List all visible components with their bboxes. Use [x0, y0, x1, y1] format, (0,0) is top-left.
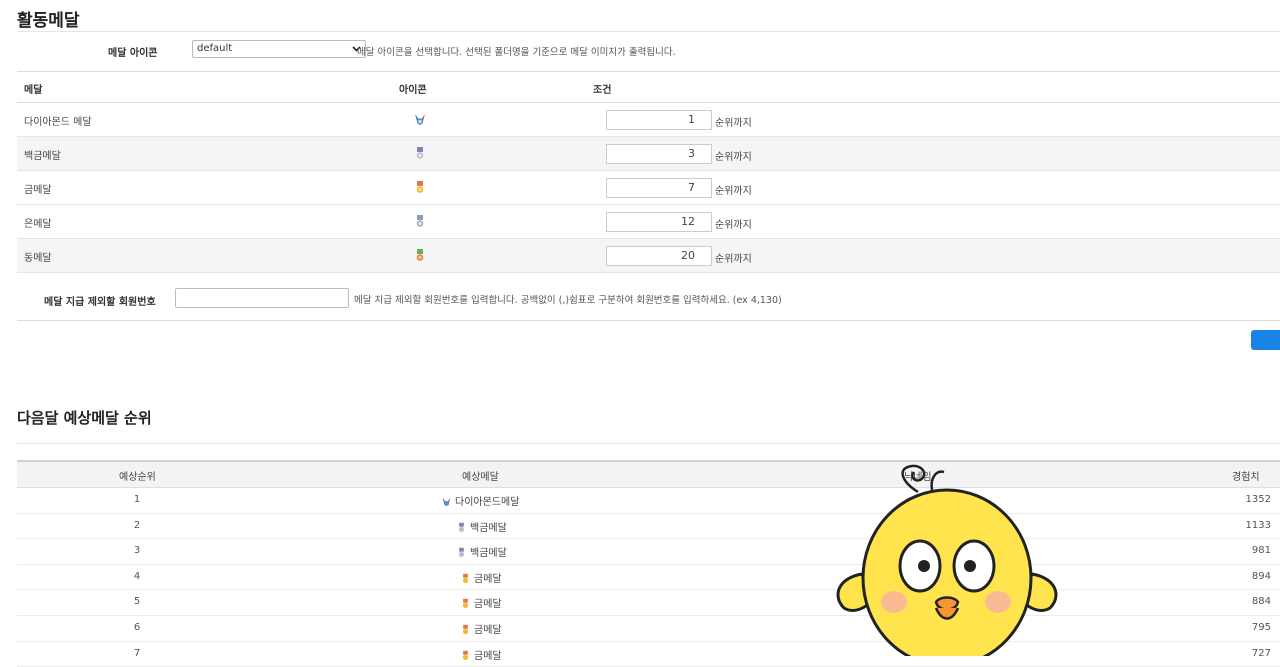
gold-medal-icon: [462, 624, 469, 635]
ranking-table: 예상순위 예상메달 닉네임 경험치 1 다이아몬드메달 1352 2 백금메달 …: [17, 460, 1280, 667]
medal-rank-input[interactable]: 20: [606, 246, 712, 266]
platinum-medal-icon: [416, 147, 424, 159]
ranking-row: 4 금메달 894: [17, 565, 1280, 591]
medal-name: 다이아몬드 메달: [24, 117, 92, 128]
ranking-row: 2 백금메달 1133: [17, 514, 1280, 540]
medal-rank-suffix: 순위까지: [715, 220, 752, 231]
chick-mascot-icon: [836, 464, 1058, 656]
ranking-row: 3 백금메달 981: [17, 539, 1280, 565]
ranking-divider: [17, 443, 1280, 444]
gold-medal-icon: [462, 573, 469, 583]
medal-table-header: 메달 아이콘 조건: [17, 71, 1280, 103]
medal-name: 은메달: [24, 219, 52, 230]
ranking-row: 6 금메달 795: [17, 616, 1280, 642]
medal-icon-select[interactable]: default: [192, 40, 366, 58]
ranking-section-title: 다음달 예상메달 순위: [17, 409, 152, 427]
ranking-row: 5 금메달 884: [17, 590, 1280, 616]
ranking-medal: 금메달: [460, 570, 502, 585]
bronze-medal-icon: [416, 249, 424, 261]
diamond-medal-icon: [442, 497, 451, 506]
ranking-rank: 7: [133, 647, 141, 659]
exclude-members-input[interactable]: [175, 288, 349, 308]
ranking-rank: 3: [133, 545, 141, 557]
exclude-members-row: 메달 지급 제외할 회원번호 메달 지급 제외할 회원번호를 입력합니다. 공백…: [17, 282, 1280, 321]
ranking-row: 1 다이아몬드메달 1352: [17, 488, 1280, 514]
medal-rank-suffix: 순위까지: [715, 254, 752, 265]
ranking-medal: 금메달: [460, 647, 502, 662]
medal-condition-table: 메달 아이콘 조건 다이아몬드 메달 1 순위까지 백금메달 3 순위까지 금메…: [17, 71, 1280, 273]
medal-rank-input[interactable]: 12: [606, 212, 712, 232]
medal-rank-input[interactable]: 1: [606, 110, 712, 130]
ranking-rank: 6: [133, 621, 141, 633]
header-condition: 조건: [593, 85, 612, 96]
ranking-rank: 2: [133, 519, 141, 531]
medal-row-platinum: 백금메달 3 순위까지: [17, 137, 1280, 171]
title-divider: [17, 31, 1280, 32]
header-icon: 아이콘: [399, 85, 427, 96]
save-button[interactable]: [1251, 330, 1280, 350]
medal-name: 금메달: [24, 185, 52, 196]
ranking-medal: 다이아몬드메달: [441, 493, 519, 508]
ranking-rank: 5: [133, 596, 141, 608]
ranking-exp: 727: [1251, 647, 1271, 659]
ranking-exp: 795: [1251, 621, 1271, 633]
gold-medal-icon: [462, 599, 469, 609]
ranking-rank: 4: [133, 570, 141, 582]
header-expected-rank: 예상순위: [119, 472, 156, 483]
ranking-medal: 금메달: [460, 595, 502, 610]
medal-icon-label: 메달 아이콘: [108, 48, 158, 59]
medal-icon-help-text: 메달 아이콘을 선택합니다. 선택된 폴더명을 기준으로 메달 이미지가 출력됩…: [357, 47, 676, 58]
gold-medal-icon: [462, 650, 469, 660]
exclude-members-label: 메달 지급 제외할 회원번호: [44, 297, 156, 308]
medal-icon-select-value: default: [197, 43, 233, 54]
medal-row-silver: 은메달 12 순위까지: [17, 205, 1280, 239]
medal-rank-input[interactable]: 7: [606, 178, 712, 198]
ranking-rank: 1: [133, 494, 141, 505]
ranking-medal: 금메달: [460, 621, 502, 636]
ranking-medal: 백금메달: [456, 544, 507, 559]
silver-medal-icon: [416, 215, 424, 227]
header-expected-medal: 예상메달: [462, 472, 499, 483]
ranking-exp: 1133: [1245, 519, 1271, 531]
diamond-medal-icon: [415, 114, 425, 125]
ranking-exp: 981: [1251, 545, 1271, 557]
header-medal: 메달: [24, 85, 43, 96]
medal-rank-suffix: 순위까지: [715, 152, 752, 163]
page-title: 활동메달: [17, 11, 80, 31]
medal-row-diamond: 다이아몬드 메달 1 순위까지: [17, 103, 1280, 137]
medal-name: 백금메달: [24, 151, 61, 162]
medal-icon-setting-row: 메달 아이콘 default 메달 아이콘을 선택합니다. 선택된 폴더명을 기…: [17, 36, 1280, 64]
medal-rank-input[interactable]: 3: [606, 144, 712, 164]
header-exp: 경험치: [1232, 472, 1260, 483]
ranking-row: 7 금메달 727: [17, 642, 1280, 667]
medal-rank-suffix: 순위까지: [715, 186, 752, 197]
ranking-table-header: 예상순위 예상메달 닉네임 경험치: [17, 460, 1280, 488]
platinum-medal-icon: [458, 522, 465, 532]
medal-row-gold: 금메달 7 순위까지: [17, 171, 1280, 205]
ranking-exp: 894: [1251, 570, 1271, 582]
medal-name: 동메달: [24, 253, 52, 264]
exclude-members-help-text: 메달 지급 제외할 회원번호를 입력합니다. 공백없이 (,)쉼표로 구분하여 …: [354, 295, 782, 306]
ranking-medal: 백금메달: [456, 519, 507, 534]
medal-row-bronze: 동메달 20 순위까지: [17, 239, 1280, 273]
medal-rank-suffix: 순위까지: [715, 118, 752, 129]
ranking-exp: 1352: [1245, 494, 1271, 505]
platinum-medal-icon: [458, 547, 465, 558]
gold-medal-icon: [416, 181, 424, 193]
ranking-exp: 884: [1251, 596, 1271, 608]
